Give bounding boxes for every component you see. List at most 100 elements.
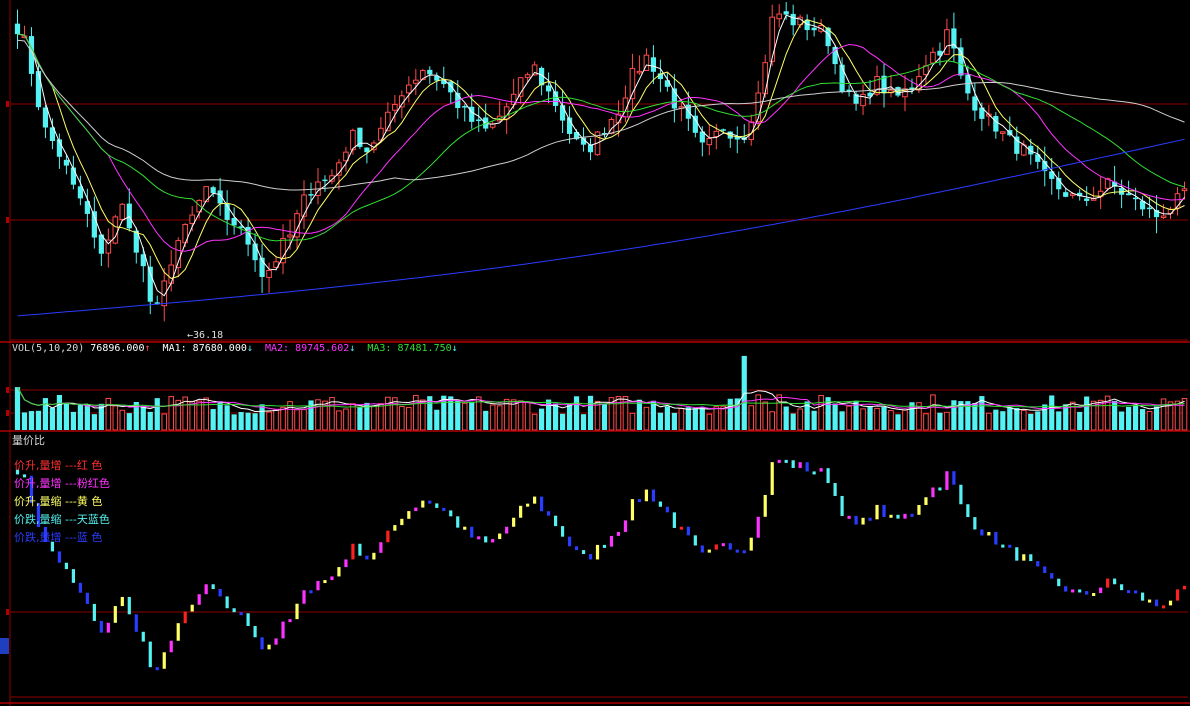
- vol-label: VOL(5,10,20): [12, 343, 85, 354]
- indicator-bar: [134, 614, 138, 632]
- indicator-bar: [581, 550, 586, 555]
- indicator-bar: [330, 576, 334, 581]
- volume-bar-down: [881, 406, 887, 430]
- indicator-bar: [861, 517, 865, 525]
- volume-bar-up: [769, 411, 776, 431]
- indicator-bar: [246, 613, 250, 627]
- indicator-bar: [113, 606, 117, 623]
- indicator-bar: [805, 462, 809, 472]
- indicator-bar: [854, 515, 858, 525]
- candle-body-down: [35, 71, 42, 108]
- volume-bar-down: [1035, 411, 1041, 430]
- indicator-bar: [155, 667, 159, 671]
- indicator-bar: [449, 510, 453, 517]
- indicator-bar: [148, 641, 152, 668]
- volume-bar-up: [392, 397, 398, 431]
- candle-body-down: [839, 64, 845, 92]
- candle-body-down: [63, 159, 70, 166]
- volume-bar-down: [483, 410, 489, 430]
- indicator-bar: [344, 559, 348, 568]
- volume-bar-down: [895, 414, 901, 430]
- vol-value: 76896.000: [90, 343, 145, 354]
- indicator-bar: [560, 526, 565, 537]
- legend-item-5: 价跌,量增 ---蓝 色: [14, 531, 103, 544]
- panel-scroll-tab[interactable]: [0, 638, 9, 654]
- candle-body-down: [1063, 192, 1069, 197]
- indicator-bar: [1147, 599, 1152, 603]
- volume-bar-down: [35, 410, 42, 430]
- price-low-label: ←36.18: [187, 330, 223, 341]
- indicator-bar: [337, 567, 341, 577]
- candle-body-down: [1028, 145, 1034, 155]
- indicator-bar: [770, 462, 774, 495]
- indicator-bar: [973, 517, 977, 530]
- candle-body-up: [406, 84, 412, 94]
- indicator-bar: [567, 536, 572, 547]
- indicator-bar: [1120, 584, 1124, 591]
- indicator-bar: [924, 497, 928, 505]
- volume-bar-down: [14, 387, 21, 430]
- volume-bar-up: [406, 406, 412, 431]
- indicator-bar: [959, 484, 963, 505]
- indicator-bar: [994, 531, 998, 545]
- indicator-bar: [407, 511, 411, 519]
- candle-body-up: [1181, 188, 1188, 192]
- volume-bar-down: [951, 400, 957, 430]
- indicator-bars: [15, 459, 1187, 671]
- indicator-bar: [421, 500, 425, 508]
- indicator-bar: [882, 504, 886, 517]
- indicator-bar: [239, 612, 243, 616]
- volume-bar-up: [713, 406, 720, 431]
- volume-bar-up: [343, 408, 349, 431]
- volume-bar-down: [238, 412, 244, 430]
- volume-bar-up: [112, 405, 119, 431]
- indicator-bar: [553, 515, 558, 527]
- volume-bar-down: [727, 398, 733, 430]
- indicator-bar: [1175, 589, 1180, 601]
- volume-bar-up: [420, 399, 426, 431]
- volume-bar-up: [280, 406, 286, 431]
- indicator-bar: [1078, 589, 1082, 593]
- indicator-bar: [903, 513, 907, 519]
- volume-bar-down: [42, 398, 49, 430]
- indicator-bar: [127, 596, 131, 615]
- legend-item-4: 价跌,量缩 ---天蓝色: [14, 513, 110, 526]
- indicator-bar: [1127, 590, 1131, 594]
- indicator-bar: [588, 554, 593, 560]
- indicator-bar: [176, 623, 180, 641]
- indicator-bar: [253, 626, 257, 638]
- volume-bar-up: [517, 400, 524, 431]
- volume-bar-up: [706, 413, 713, 431]
- volume-bar-down: [539, 408, 545, 430]
- volume-bar-down: [84, 404, 90, 430]
- volume-bar-down: [685, 407, 691, 430]
- indicator-bar: [665, 506, 669, 513]
- candle-body-down: [650, 57, 657, 72]
- candle-body-up: [413, 79, 419, 84]
- volume-bar-up: [266, 411, 272, 431]
- price-ma-lines: [17, 14, 1185, 317]
- vol-arrow: ↑: [144, 343, 151, 354]
- indicator-bar: [1029, 554, 1033, 562]
- candle-body-down: [783, 11, 789, 15]
- indicator-bar: [197, 594, 201, 605]
- indicator-bar: [316, 580, 320, 591]
- indicator-bar: [602, 544, 607, 548]
- indicator-bar: [491, 539, 495, 543]
- volume-bar-down: [63, 403, 70, 430]
- indicator-title: 量价比: [12, 434, 45, 447]
- volume-bar-down: [587, 395, 594, 430]
- volume-bar-down: [1056, 411, 1062, 430]
- indicator-bar: [470, 526, 474, 538]
- indicator-bar: [931, 487, 935, 498]
- volume-header: VOL(5,10,20) 76896.000↑, MA1: 87680.000↓…: [12, 343, 458, 354]
- indicator-bar: [616, 531, 621, 536]
- indicator-bar: [868, 517, 872, 521]
- indicator-bar: [1140, 592, 1145, 601]
- indicator-bar: [302, 590, 306, 604]
- indicator-bar: [798, 462, 802, 468]
- candle-body-down: [664, 80, 670, 87]
- indicator-bar: [1043, 566, 1047, 574]
- volume-bar-up: [1020, 409, 1027, 431]
- candle-body-up: [713, 130, 720, 138]
